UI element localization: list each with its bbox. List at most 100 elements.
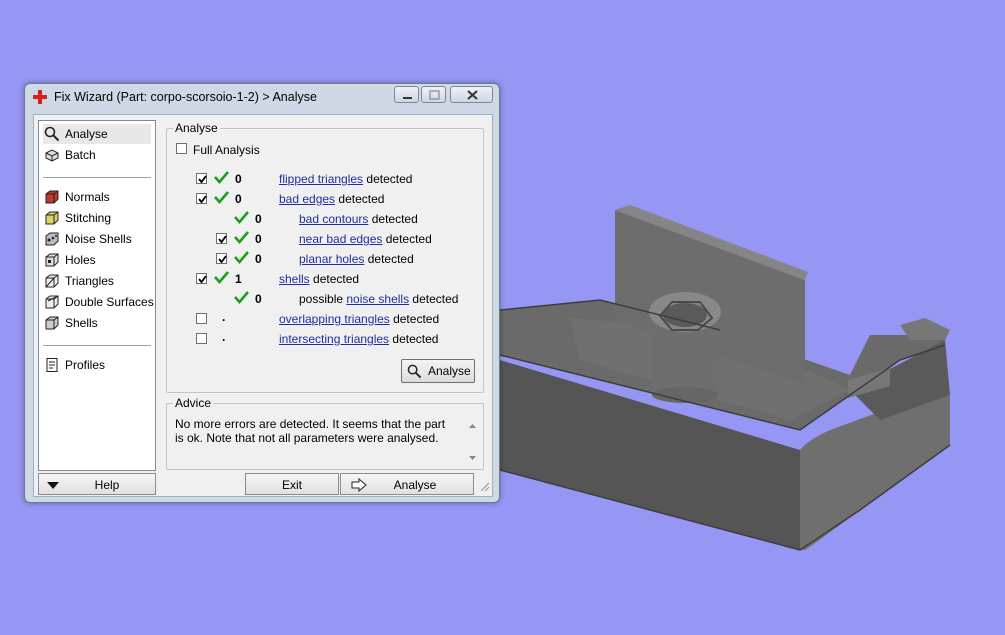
intersecting-triangles-count: . xyxy=(222,330,226,344)
noise-shells-icon xyxy=(45,232,59,246)
sidebar-item-batch[interactable]: Batch xyxy=(43,145,151,165)
wizard-client-area: Analyse Batch Normals Stitching Noise Sh… xyxy=(33,114,493,497)
shells-cube-icon xyxy=(45,316,59,330)
sidebar-item-label: Holes xyxy=(65,253,96,267)
sidebar-item-label: Profiles xyxy=(65,358,106,372)
shells-link[interactable]: shells xyxy=(279,272,310,286)
planar-holes-checkbox[interactable] xyxy=(216,253,227,264)
row-suffix: detected xyxy=(409,292,459,306)
title-bar[interactable]: Fix Wizard (Part: corpo-scorsoio-1-2) > … xyxy=(25,84,499,110)
resize-grip-icon[interactable] xyxy=(478,480,490,492)
bad-edges-checkbox[interactable] xyxy=(196,193,207,204)
overlapping-triangles-link[interactable]: overlapping triangles xyxy=(279,312,390,326)
flipped-triangles-row: flipped triangles detected xyxy=(279,172,412,186)
near-bad-edges-link[interactable]: near bad edges xyxy=(299,232,382,246)
bottom-analyse-button[interactable]: Analyse xyxy=(340,473,474,495)
advice-group: Advice No more errors are detected. It s… xyxy=(166,396,484,470)
full-analysis-checkbox[interactable] xyxy=(176,143,187,154)
help-button[interactable]: Help xyxy=(38,473,156,495)
row-suffix: detected xyxy=(309,272,360,286)
maximize-button[interactable] xyxy=(421,86,446,103)
noise-shells-count: 0 xyxy=(255,292,262,306)
exit-button[interactable]: Exit xyxy=(245,473,339,495)
row-suffix: detected xyxy=(364,252,414,266)
row-suffix: detected xyxy=(335,192,385,206)
sidebar-item-analyse[interactable]: Analyse xyxy=(43,124,151,144)
sidebar-item-label: Triangles xyxy=(65,274,114,288)
near-bad-edges-checkbox[interactable] xyxy=(216,233,227,244)
row-prefix: possible xyxy=(299,292,347,306)
magnifier-icon xyxy=(407,364,422,379)
flipped-triangles-count: 0 xyxy=(235,172,242,186)
row-suffix: detected xyxy=(389,312,440,326)
row-suffix: detected xyxy=(363,172,413,186)
analyse-run-button[interactable]: Analyse xyxy=(401,359,475,383)
red-cross-icon xyxy=(33,90,47,104)
bad-contours-link[interactable]: bad contours xyxy=(299,212,368,226)
double-surfaces-icon xyxy=(45,295,59,309)
triangles-cube-icon xyxy=(45,274,59,288)
help-label: Help xyxy=(94,478,120,492)
check-ok-icon xyxy=(234,251,249,264)
check-ok-icon xyxy=(214,191,229,204)
exit-label: Exit xyxy=(281,478,302,492)
overlapping-triangles-count: . xyxy=(222,310,226,324)
check-ok-icon xyxy=(234,231,249,244)
sidebar-item-stitching[interactable]: Stitching xyxy=(43,208,151,228)
check-ok-icon xyxy=(234,291,249,304)
sidebar-item-triangles[interactable]: Triangles xyxy=(43,271,151,291)
sidebar-item-label: Shells xyxy=(65,316,98,330)
advice-scrollbar[interactable] xyxy=(465,416,480,460)
bottom-button-bar: Help Exit Analyse xyxy=(34,472,492,496)
bad-edges-count: 0 xyxy=(235,192,242,206)
sidebar-item-label: Normals xyxy=(65,190,110,204)
magnifier-icon xyxy=(44,126,60,142)
noise-shells-row: possible noise shells detected xyxy=(299,292,458,306)
sidebar-item-label: Noise Shells xyxy=(65,232,132,246)
normals-cube-icon xyxy=(45,190,59,204)
profiles-icon xyxy=(46,358,58,372)
sidebar-item-label: Double Surfaces xyxy=(65,295,154,309)
advice-group-title: Advice xyxy=(173,396,214,410)
sidebar-item-profiles[interactable]: Profiles xyxy=(43,355,151,375)
sidebar-item-label: Analyse xyxy=(65,127,108,141)
flipped-triangles-checkbox[interactable] xyxy=(196,173,207,184)
fix-wizard-window: Fix Wizard (Part: corpo-scorsoio-1-2) > … xyxy=(24,83,500,503)
batch-icon xyxy=(45,149,59,162)
intersecting-triangles-checkbox[interactable] xyxy=(196,333,207,344)
sidebar-item-double-surfaces[interactable]: Double Surfaces xyxy=(43,292,154,312)
minimize-icon xyxy=(403,97,412,99)
planar-holes-count: 0 xyxy=(255,252,262,266)
shells-count: 1 xyxy=(235,272,242,286)
bad-contours-row: bad contours detected xyxy=(299,212,418,226)
close-button[interactable] xyxy=(450,86,493,103)
shells-checkbox[interactable] xyxy=(196,273,207,284)
window-title: Fix Wizard (Part: corpo-scorsoio-1-2) > … xyxy=(54,90,317,104)
minimize-button[interactable] xyxy=(394,86,419,103)
sidebar-item-normals[interactable]: Normals xyxy=(43,187,151,207)
sidebar-item-shells[interactable]: Shells xyxy=(43,313,151,333)
analyse-group: Analyse Full Analysis 0 flipped triangle… xyxy=(166,121,484,393)
overlapping-triangles-checkbox[interactable] xyxy=(196,313,207,324)
noise-shells-link[interactable]: noise shells xyxy=(346,292,409,306)
row-suffix: detected xyxy=(382,232,432,246)
maximize-icon xyxy=(429,90,440,100)
analyse-group-title: Analyse xyxy=(173,121,220,135)
bottom-analyse-label: Analyse xyxy=(393,478,437,492)
intersecting-triangles-row: intersecting triangles detected xyxy=(279,332,438,346)
sidebar-item-noise-shells[interactable]: Noise Shells xyxy=(43,229,151,249)
sidebar-item-label: Stitching xyxy=(65,211,112,225)
overlapping-triangles-row: overlapping triangles detected xyxy=(279,312,439,326)
bad-contours-count: 0 xyxy=(255,212,262,226)
analyse-run-label: Analyse xyxy=(428,364,471,378)
holes-cube-icon xyxy=(45,253,59,267)
sidebar-separator xyxy=(43,345,151,346)
sidebar-separator xyxy=(43,177,151,178)
planar-holes-link[interactable]: planar holes xyxy=(299,252,364,266)
check-ok-icon xyxy=(234,211,249,224)
bad-edges-link[interactable]: bad edges xyxy=(279,192,335,206)
intersecting-triangles-link[interactable]: intersecting triangles xyxy=(279,332,389,346)
flipped-triangles-link[interactable]: flipped triangles xyxy=(279,172,363,186)
sidebar-item-holes[interactable]: Holes xyxy=(43,250,151,270)
near-bad-edges-row: near bad edges detected xyxy=(299,232,432,246)
